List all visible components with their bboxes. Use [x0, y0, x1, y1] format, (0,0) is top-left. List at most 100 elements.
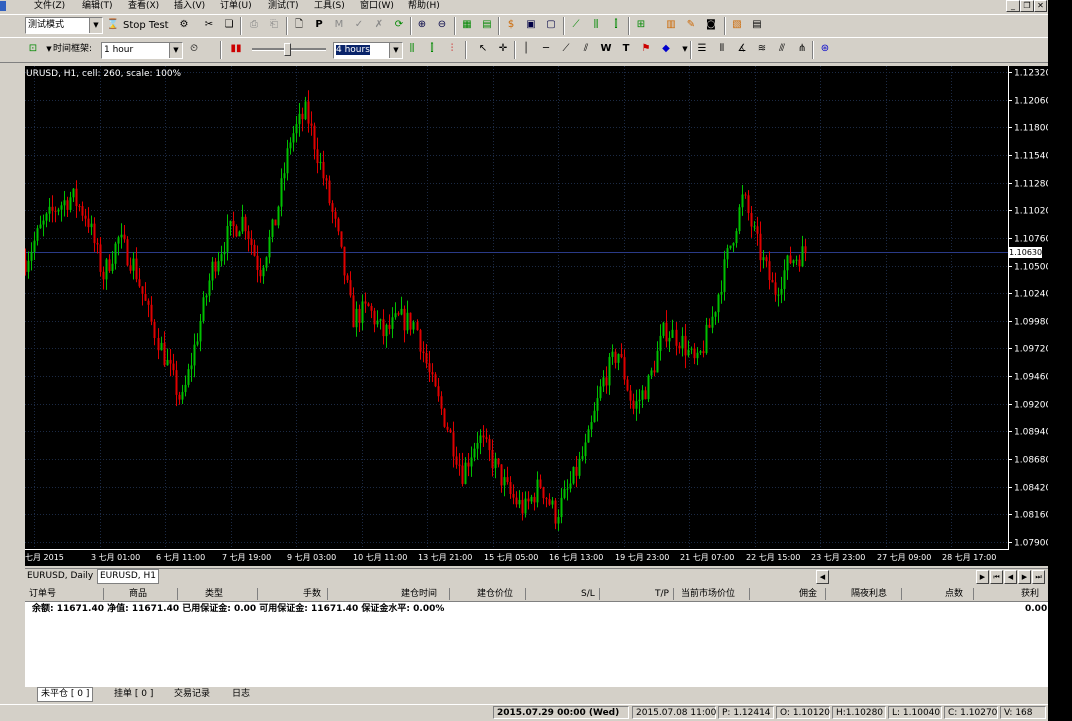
gann-icon[interactable]: ∡	[733, 40, 751, 58]
print-preview-icon[interactable]: ⎗	[265, 16, 283, 34]
menu-file[interactable]: 文件(Z)	[34, 0, 65, 12]
candle-body	[614, 351, 617, 363]
minimize-icon[interactable]: _	[1006, 0, 1020, 12]
col-tp[interactable]: T/P	[655, 587, 669, 601]
refresh-icon[interactable]: ⟳	[390, 16, 408, 34]
p-icon[interactable]: P	[310, 16, 328, 34]
candle-body	[175, 370, 178, 395]
check-icon[interactable]: ✓	[350, 16, 368, 34]
bars-icon[interactable]: ⫿	[423, 40, 441, 58]
period-select[interactable]: 4 hours ▼	[333, 42, 403, 59]
last-tab-icon[interactable]: ⏭	[1032, 570, 1045, 584]
col-swap[interactable]: 隔夜利息	[851, 587, 887, 601]
tab-eurusd-h1[interactable]: EURUSD, H1	[97, 569, 159, 584]
col-market-price[interactable]: 当前市场价位	[681, 587, 735, 601]
screenshot-icon[interactable]: ◙	[702, 16, 720, 34]
copy-icon[interactable]: ❏	[220, 16, 238, 34]
zoom-in-icon[interactable]: ⊕	[413, 16, 431, 34]
close-icon[interactable]: ✕	[1034, 0, 1047, 12]
tile-windows-icon[interactable]: ▦	[458, 16, 476, 34]
clock-icon[interactable]: ⏲	[185, 40, 203, 58]
settings-icon[interactable]: ⚙	[175, 16, 193, 34]
autoscroll-icon[interactable]: ▤	[478, 16, 496, 34]
tab-open-positions[interactable]: 未平仓 [ 0 ]	[37, 687, 94, 702]
col-profit[interactable]: 获利	[1021, 587, 1039, 601]
list-icon[interactable]: ☰	[693, 40, 711, 58]
col-ticket[interactable]: 订单号	[29, 587, 56, 601]
indicators-icon[interactable]: ⊞	[632, 16, 650, 34]
chevron-down-icon: ▼	[89, 18, 102, 33]
menu-help[interactable]: 帮助(H)	[408, 0, 440, 12]
tab-journal[interactable]: 日志	[229, 688, 253, 701]
menu-tools[interactable]: 工具(S)	[314, 0, 345, 12]
text-icon[interactable]: T	[617, 40, 635, 58]
menu-insert[interactable]: 插入(V)	[174, 0, 205, 12]
col-open-price[interactable]: 建仓价位	[477, 587, 513, 601]
slider-thumb[interactable]	[284, 43, 291, 56]
options-icon[interactable]: ▤	[748, 16, 766, 34]
col-commission[interactable]: 佣金	[799, 587, 817, 601]
scroll-right-icon[interactable]: ▶	[976, 570, 989, 584]
toolbar-separator	[690, 41, 692, 59]
candle-icon[interactable]: ⫼	[403, 40, 421, 58]
first-tab-icon[interactable]: ⏮	[990, 570, 1003, 584]
w-icon[interactable]: W	[597, 40, 615, 58]
profiles-icon[interactable]: ▧	[728, 16, 746, 34]
restore-icon[interactable]: ❐	[1020, 0, 1034, 12]
menu-edit[interactable]: 编辑(T)	[82, 0, 113, 12]
menu-order[interactable]: 订单(U)	[220, 0, 252, 12]
print-icon[interactable]: ⎙	[245, 16, 263, 34]
tab-eurusd-daily[interactable]: EURUSD, Daily	[25, 570, 95, 583]
scroll-left-icon[interactable]: ◀	[816, 570, 829, 584]
status-bar-time: 2015.07.08 11:00	[632, 706, 716, 719]
delete-icon[interactable]: ✗	[370, 16, 388, 34]
timeframe-select[interactable]: 1 hour ▼	[101, 42, 183, 59]
zoom-out-icon[interactable]: ⊖	[433, 16, 451, 34]
templates-icon[interactable]: ▥	[662, 16, 680, 34]
stop-test-button[interactable]: Stop Test	[123, 17, 169, 35]
arrows-icon[interactable]: ◆	[657, 40, 675, 58]
col-lots[interactable]: 手数	[303, 587, 321, 601]
speed-slider[interactable]	[252, 43, 326, 56]
col-symbol[interactable]: 商品	[129, 587, 147, 601]
pitchfork-icon[interactable]: ⋔	[793, 40, 811, 58]
data-window-icon[interactable]: ▣	[522, 16, 540, 34]
vertical-line-icon[interactable]: │	[517, 40, 535, 58]
market-watch-icon[interactable]: $	[502, 16, 520, 34]
menu-test[interactable]: 测试(T)	[268, 0, 299, 12]
price-chart[interactable]: 1.12320 1.12060 1.11800 1.11540 1.11280 1.110…	[25, 66, 1048, 566]
line-icon[interactable]: ⫶	[443, 40, 461, 58]
col-type[interactable]: 类型	[205, 587, 223, 601]
m-icon[interactable]: M	[330, 16, 348, 34]
cursor-icon[interactable]: ↖	[474, 40, 492, 58]
prev-tab-icon[interactable]: ◀	[1004, 570, 1017, 584]
col-open-time[interactable]: 建仓时间	[401, 587, 437, 601]
col-sl[interactable]: S/L	[581, 587, 595, 601]
tab-trade-history[interactable]: 交易记录	[171, 688, 213, 701]
fan-icon[interactable]: ⫻	[773, 40, 791, 58]
navigator-icon[interactable]: ▢	[542, 16, 560, 34]
horizontal-line-icon[interactable]: ─	[537, 40, 555, 58]
label-icon[interactable]: ⚑	[637, 40, 655, 58]
expert-icon[interactable]: ✎	[682, 16, 700, 34]
balance-row[interactable]: 余额: 11671.40 净值: 11671.40 已用保证金: 0.00 可用…	[25, 603, 1048, 615]
globe-icon[interactable]: ⊛	[816, 40, 834, 58]
tester-mode-select[interactable]: 测试模式 ▼	[25, 17, 103, 34]
next-tab-icon[interactable]: ▶	[1018, 570, 1031, 584]
col-points[interactable]: 点数	[945, 587, 963, 601]
menu-view[interactable]: 查看(X)	[128, 0, 159, 12]
candle-chart-icon[interactable]: ⫿	[607, 16, 625, 34]
bar-chart-icon[interactable]: ⫼	[587, 16, 605, 34]
fibo-icon[interactable]: ≋	[753, 40, 771, 58]
grid-lines-icon[interactable]: ⦀	[713, 40, 731, 58]
trendline-icon[interactable]: ⟋	[557, 40, 575, 58]
cut-icon[interactable]: ✂	[200, 16, 218, 34]
candle-body	[578, 458, 581, 476]
tab-pending-orders[interactable]: 挂单 [ 0 ]	[111, 688, 156, 701]
channel-icon[interactable]: ⫽	[577, 40, 595, 58]
crosshair-icon[interactable]: ✛	[494, 40, 512, 58]
menu-window[interactable]: 窗口(W)	[360, 0, 394, 12]
new-document-icon[interactable]: 🗋	[290, 16, 308, 34]
line-chart-icon[interactable]: ⟋	[567, 16, 585, 34]
pause-icon[interactable]: ▮▮	[227, 40, 245, 58]
